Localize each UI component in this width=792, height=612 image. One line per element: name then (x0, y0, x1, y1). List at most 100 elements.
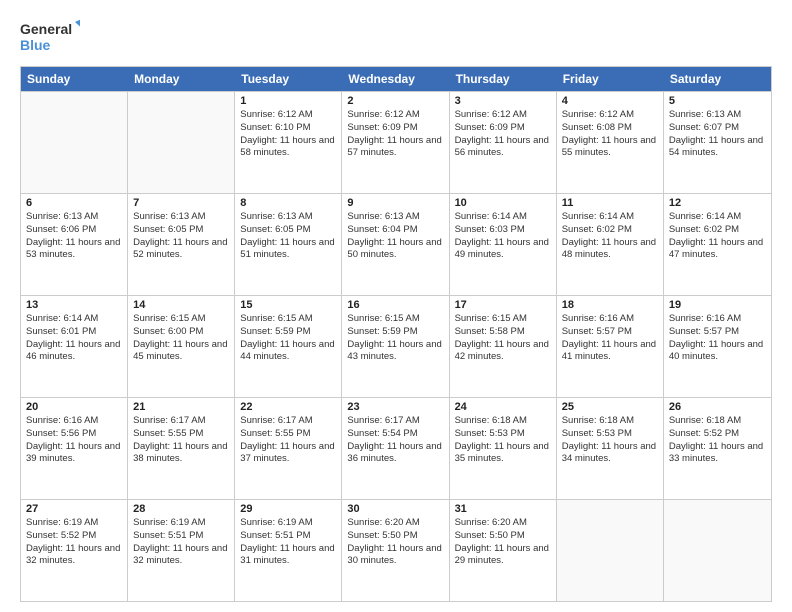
calendar-cell: 13 Sunrise: 6:14 AMSunset: 6:01 PMDaylig… (21, 296, 128, 397)
cell-day: 16 (347, 299, 443, 311)
cell-day: 31 (455, 503, 551, 515)
calendar: SundayMondayTuesdayWednesdayThursdayFrid… (20, 66, 772, 602)
cell-info: Sunrise: 6:18 AMSunset: 5:53 PMDaylight:… (455, 415, 551, 466)
calendar-cell: 2 Sunrise: 6:12 AMSunset: 6:09 PMDayligh… (342, 92, 449, 193)
calendar-cell: 3 Sunrise: 6:12 AMSunset: 6:09 PMDayligh… (450, 92, 557, 193)
calendar-cell: 22 Sunrise: 6:17 AMSunset: 5:55 PMDaylig… (235, 398, 342, 499)
calendar-cell: 17 Sunrise: 6:15 AMSunset: 5:58 PMDaylig… (450, 296, 557, 397)
cell-day: 3 (455, 95, 551, 107)
cell-day: 7 (133, 197, 229, 209)
cell-info: Sunrise: 6:17 AMSunset: 5:55 PMDaylight:… (133, 415, 229, 466)
header: General Blue (20, 16, 772, 56)
calendar-header-cell: Sunday (21, 67, 128, 91)
cell-day: 27 (26, 503, 122, 515)
cell-info: Sunrise: 6:14 AMSunset: 6:03 PMDaylight:… (455, 211, 551, 262)
cell-day: 28 (133, 503, 229, 515)
cell-day: 5 (669, 95, 766, 107)
calendar-cell: 12 Sunrise: 6:14 AMSunset: 6:02 PMDaylig… (664, 194, 771, 295)
calendar-cell: 18 Sunrise: 6:16 AMSunset: 5:57 PMDaylig… (557, 296, 664, 397)
cell-day: 2 (347, 95, 443, 107)
cell-info: Sunrise: 6:15 AMSunset: 6:00 PMDaylight:… (133, 313, 229, 364)
cell-day: 25 (562, 401, 658, 413)
calendar-header: SundayMondayTuesdayWednesdayThursdayFrid… (21, 67, 771, 91)
cell-day: 22 (240, 401, 336, 413)
cell-day: 9 (347, 197, 443, 209)
cell-info: Sunrise: 6:15 AMSunset: 5:59 PMDaylight:… (240, 313, 336, 364)
cell-info: Sunrise: 6:19 AMSunset: 5:51 PMDaylight:… (240, 517, 336, 568)
calendar-row: 27 Sunrise: 6:19 AMSunset: 5:52 PMDaylig… (21, 499, 771, 601)
calendar-cell: 8 Sunrise: 6:13 AMSunset: 6:05 PMDayligh… (235, 194, 342, 295)
calendar-row: 13 Sunrise: 6:14 AMSunset: 6:01 PMDaylig… (21, 295, 771, 397)
calendar-cell: 5 Sunrise: 6:13 AMSunset: 6:07 PMDayligh… (664, 92, 771, 193)
calendar-cell: 11 Sunrise: 6:14 AMSunset: 6:02 PMDaylig… (557, 194, 664, 295)
cell-info: Sunrise: 6:16 AMSunset: 5:57 PMDaylight:… (669, 313, 766, 364)
calendar-header-cell: Friday (557, 67, 664, 91)
cell-day: 21 (133, 401, 229, 413)
cell-day: 8 (240, 197, 336, 209)
calendar-cell: 16 Sunrise: 6:15 AMSunset: 5:59 PMDaylig… (342, 296, 449, 397)
calendar-cell (664, 500, 771, 601)
cell-info: Sunrise: 6:14 AMSunset: 6:02 PMDaylight:… (669, 211, 766, 262)
calendar-cell: 15 Sunrise: 6:15 AMSunset: 5:59 PMDaylig… (235, 296, 342, 397)
cell-info: Sunrise: 6:18 AMSunset: 5:52 PMDaylight:… (669, 415, 766, 466)
calendar-cell: 14 Sunrise: 6:15 AMSunset: 6:00 PMDaylig… (128, 296, 235, 397)
calendar-cell: 9 Sunrise: 6:13 AMSunset: 6:04 PMDayligh… (342, 194, 449, 295)
calendar-cell: 29 Sunrise: 6:19 AMSunset: 5:51 PMDaylig… (235, 500, 342, 601)
calendar-header-cell: Thursday (450, 67, 557, 91)
calendar-cell (21, 92, 128, 193)
cell-day: 29 (240, 503, 336, 515)
cell-info: Sunrise: 6:12 AMSunset: 6:08 PMDaylight:… (562, 109, 658, 160)
calendar-cell: 21 Sunrise: 6:17 AMSunset: 5:55 PMDaylig… (128, 398, 235, 499)
svg-text:Blue: Blue (20, 37, 51, 53)
cell-info: Sunrise: 6:17 AMSunset: 5:55 PMDaylight:… (240, 415, 336, 466)
cell-info: Sunrise: 6:13 AMSunset: 6:07 PMDaylight:… (669, 109, 766, 160)
cell-info: Sunrise: 6:19 AMSunset: 5:52 PMDaylight:… (26, 517, 122, 568)
cell-day: 14 (133, 299, 229, 311)
cell-day: 20 (26, 401, 122, 413)
calendar-row: 1 Sunrise: 6:12 AMSunset: 6:10 PMDayligh… (21, 91, 771, 193)
cell-info: Sunrise: 6:12 AMSunset: 6:09 PMDaylight:… (347, 109, 443, 160)
calendar-cell: 6 Sunrise: 6:13 AMSunset: 6:06 PMDayligh… (21, 194, 128, 295)
calendar-header-cell: Saturday (664, 67, 771, 91)
calendar-cell: 25 Sunrise: 6:18 AMSunset: 5:53 PMDaylig… (557, 398, 664, 499)
calendar-row: 20 Sunrise: 6:16 AMSunset: 5:56 PMDaylig… (21, 397, 771, 499)
svg-text:General: General (20, 21, 72, 37)
cell-info: Sunrise: 6:12 AMSunset: 6:10 PMDaylight:… (240, 109, 336, 160)
calendar-header-cell: Tuesday (235, 67, 342, 91)
cell-day: 17 (455, 299, 551, 311)
calendar-cell: 27 Sunrise: 6:19 AMSunset: 5:52 PMDaylig… (21, 500, 128, 601)
cell-info: Sunrise: 6:17 AMSunset: 5:54 PMDaylight:… (347, 415, 443, 466)
calendar-cell: 19 Sunrise: 6:16 AMSunset: 5:57 PMDaylig… (664, 296, 771, 397)
cell-info: Sunrise: 6:19 AMSunset: 5:51 PMDaylight:… (133, 517, 229, 568)
cell-day: 10 (455, 197, 551, 209)
calendar-header-cell: Monday (128, 67, 235, 91)
cell-info: Sunrise: 6:13 AMSunset: 6:05 PMDaylight:… (133, 211, 229, 262)
logo: General Blue (20, 16, 80, 56)
cell-day: 4 (562, 95, 658, 107)
cell-info: Sunrise: 6:13 AMSunset: 6:06 PMDaylight:… (26, 211, 122, 262)
cell-info: Sunrise: 6:16 AMSunset: 5:57 PMDaylight:… (562, 313, 658, 364)
cell-info: Sunrise: 6:14 AMSunset: 6:01 PMDaylight:… (26, 313, 122, 364)
cell-day: 26 (669, 401, 766, 413)
calendar-cell: 23 Sunrise: 6:17 AMSunset: 5:54 PMDaylig… (342, 398, 449, 499)
cell-info: Sunrise: 6:13 AMSunset: 6:05 PMDaylight:… (240, 211, 336, 262)
cell-info: Sunrise: 6:16 AMSunset: 5:56 PMDaylight:… (26, 415, 122, 466)
cell-day: 13 (26, 299, 122, 311)
calendar-cell: 31 Sunrise: 6:20 AMSunset: 5:50 PMDaylig… (450, 500, 557, 601)
calendar-cell: 4 Sunrise: 6:12 AMSunset: 6:08 PMDayligh… (557, 92, 664, 193)
cell-day: 19 (669, 299, 766, 311)
cell-info: Sunrise: 6:20 AMSunset: 5:50 PMDaylight:… (347, 517, 443, 568)
calendar-cell (557, 500, 664, 601)
cell-day: 23 (347, 401, 443, 413)
cell-day: 6 (26, 197, 122, 209)
calendar-cell: 7 Sunrise: 6:13 AMSunset: 6:05 PMDayligh… (128, 194, 235, 295)
cell-info: Sunrise: 6:15 AMSunset: 5:58 PMDaylight:… (455, 313, 551, 364)
calendar-row: 6 Sunrise: 6:13 AMSunset: 6:06 PMDayligh… (21, 193, 771, 295)
calendar-cell: 1 Sunrise: 6:12 AMSunset: 6:10 PMDayligh… (235, 92, 342, 193)
calendar-cell: 26 Sunrise: 6:18 AMSunset: 5:52 PMDaylig… (664, 398, 771, 499)
cell-info: Sunrise: 6:13 AMSunset: 6:04 PMDaylight:… (347, 211, 443, 262)
cell-day: 11 (562, 197, 658, 209)
cell-day: 18 (562, 299, 658, 311)
cell-info: Sunrise: 6:12 AMSunset: 6:09 PMDaylight:… (455, 109, 551, 160)
calendar-cell: 30 Sunrise: 6:20 AMSunset: 5:50 PMDaylig… (342, 500, 449, 601)
